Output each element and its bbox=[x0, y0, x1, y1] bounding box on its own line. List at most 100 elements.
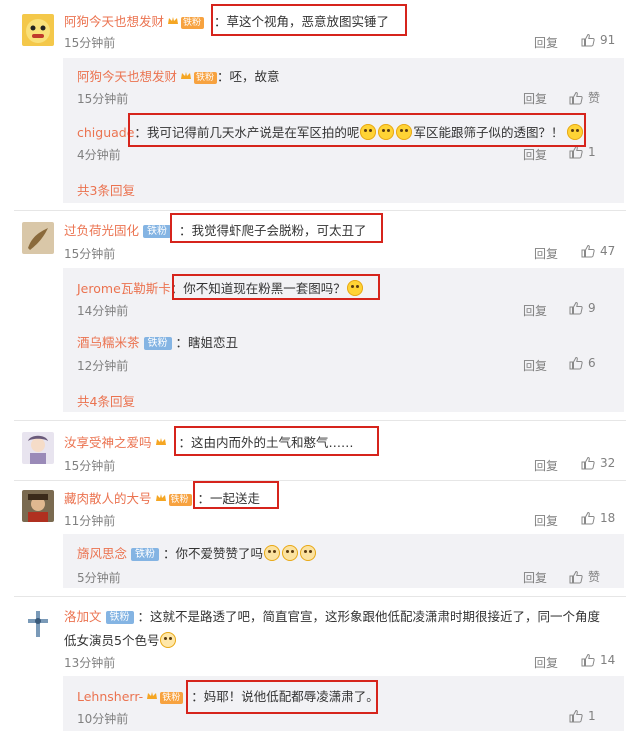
reply-button[interactable]: 回复 bbox=[523, 571, 547, 585]
username[interactable]: 汝享受神之爱吗 bbox=[64, 435, 152, 450]
sad-emoji-icon bbox=[282, 545, 299, 561]
reply-item: 旖风思念 铁粉 ：你不爱赞赞了吗 bbox=[77, 543, 317, 562]
timestamp: 15分钟前 bbox=[77, 92, 129, 106]
iron-fan-badge: 铁粉 bbox=[131, 548, 160, 561]
username[interactable]: 旖风思念 bbox=[77, 546, 127, 561]
timestamp: 4分钟前 bbox=[77, 148, 121, 162]
avatar[interactable] bbox=[22, 432, 54, 464]
timestamp: 5分钟前 bbox=[77, 571, 121, 585]
timestamp: 12分钟前 bbox=[77, 359, 129, 373]
divider bbox=[14, 210, 626, 211]
thumb-up-icon bbox=[581, 244, 595, 258]
thumb-up-icon bbox=[569, 145, 583, 159]
thumb-up-icon bbox=[581, 456, 595, 470]
timestamp: 13分钟前 bbox=[64, 656, 116, 670]
reply-button[interactable]: 回复 bbox=[534, 247, 558, 261]
like-button[interactable]: 赞 bbox=[569, 89, 600, 106]
username[interactable]: Lehnsherr- bbox=[77, 689, 143, 704]
timestamp: 10分钟前 bbox=[77, 712, 129, 726]
username[interactable]: 阿狗今天也想发财 bbox=[77, 69, 177, 84]
like-count: 1 bbox=[588, 709, 596, 723]
thumb-up-icon bbox=[569, 301, 583, 315]
username[interactable]: chiguade bbox=[77, 125, 134, 140]
iron-fan-badge: 铁粉 bbox=[143, 225, 172, 238]
like-count: 1 bbox=[588, 145, 596, 159]
like-button[interactable]: 6 bbox=[569, 356, 596, 370]
crown-icon bbox=[168, 17, 179, 24]
username[interactable]: 酒乌糯米茶 bbox=[77, 335, 140, 350]
timestamp: 15分钟前 bbox=[64, 459, 116, 473]
view-more-replies-link[interactable]: 共4条回复 bbox=[77, 391, 135, 410]
sad-emoji-icon bbox=[264, 545, 281, 561]
like-button[interactable]: 14 bbox=[581, 653, 615, 667]
username[interactable]: 阿狗今天也想发财 bbox=[64, 14, 164, 29]
reply-item: 阿狗今天也想发财 铁粉 ：呸，故意 bbox=[77, 66, 280, 85]
thumb-up-icon bbox=[581, 511, 595, 525]
thumb-up-icon bbox=[569, 91, 583, 104]
fan-badge: 铁粉 bbox=[168, 494, 192, 506]
iron-fan-badge: 铁粉 bbox=[143, 337, 172, 350]
thumb-up-icon bbox=[569, 570, 583, 583]
reply-button[interactable]: 回复 bbox=[523, 92, 547, 106]
like-button[interactable]: 18 bbox=[581, 511, 615, 525]
fan-badge: 铁粉 bbox=[160, 692, 184, 704]
like-button[interactable]: 9 bbox=[569, 301, 596, 315]
reply-button[interactable]: 回复 bbox=[523, 359, 547, 373]
sad-emoji-icon bbox=[300, 545, 317, 561]
reply-button[interactable]: 回复 bbox=[534, 459, 558, 473]
like-count: 91 bbox=[600, 33, 616, 47]
reply-button[interactable]: 回复 bbox=[534, 656, 558, 670]
like-button[interactable]: 91 bbox=[581, 33, 615, 47]
view-more-replies-link[interactable]: 共3条回复 bbox=[77, 180, 135, 199]
reply-text: ：呸，故意 bbox=[217, 69, 280, 84]
reply-button[interactable]: 回复 bbox=[534, 514, 558, 528]
like-count: 47 bbox=[600, 244, 616, 258]
thumb-up-icon bbox=[581, 33, 595, 47]
reply-text: ：瞎姐恋丑 bbox=[175, 335, 239, 350]
thumb-up-icon bbox=[569, 709, 583, 723]
crown-icon bbox=[181, 72, 192, 79]
like-label: 赞 bbox=[588, 91, 601, 105]
comment-text-line1: ：这就不是路透了吧，简直官宣，这形象跟他低配凌潇肃时期很接近了，同一个角度 bbox=[137, 609, 601, 624]
divider bbox=[14, 420, 626, 421]
avatar[interactable] bbox=[22, 14, 54, 46]
crown-icon bbox=[155, 438, 166, 445]
crown-icon bbox=[147, 692, 158, 699]
like-button[interactable]: 47 bbox=[581, 244, 615, 258]
thumb-up-icon bbox=[569, 356, 583, 370]
username[interactable]: Jerome瓦勒斯卡 bbox=[77, 281, 171, 296]
username[interactable]: 洛加文 bbox=[64, 609, 102, 624]
highlight-box bbox=[172, 274, 380, 300]
like-count: 6 bbox=[588, 356, 596, 370]
username[interactable]: 过负荷光固化 bbox=[64, 223, 139, 238]
avatar[interactable] bbox=[22, 490, 54, 522]
username[interactable]: 藏肉散人的大号 bbox=[64, 491, 152, 506]
avatar[interactable] bbox=[22, 222, 54, 254]
cry-emoji-icon bbox=[160, 632, 177, 648]
like-button[interactable]: 32 bbox=[581, 456, 615, 470]
highlight-box bbox=[174, 426, 379, 456]
like-count: 32 bbox=[600, 456, 616, 470]
divider bbox=[14, 596, 626, 597]
avatar[interactable] bbox=[22, 608, 54, 640]
comment-text-line2: 低女演员5个色号 bbox=[64, 633, 160, 648]
iron-fan-badge: 铁粉 bbox=[105, 611, 134, 624]
highlight-box bbox=[170, 213, 383, 243]
reply-button[interactable]: 回复 bbox=[534, 36, 558, 50]
like-button[interactable]: 1 bbox=[569, 709, 596, 723]
reply-item: 酒乌糯米茶 铁粉 ：瞎姐恋丑 bbox=[77, 332, 238, 351]
highlight-box bbox=[128, 113, 586, 147]
fan-badge: 铁粉 bbox=[181, 17, 205, 29]
like-button[interactable]: 赞 bbox=[569, 568, 600, 585]
like-button[interactable]: 1 bbox=[569, 145, 596, 159]
reply-button[interactable]: 回复 bbox=[523, 148, 547, 162]
divider bbox=[14, 480, 626, 481]
like-count: 18 bbox=[600, 511, 616, 525]
timestamp: 14分钟前 bbox=[77, 304, 129, 318]
timestamp: 11分钟前 bbox=[64, 514, 116, 528]
reply-text: ：你不爱赞赞了吗 bbox=[163, 546, 264, 561]
fan-badge: 铁粉 bbox=[194, 72, 218, 84]
timestamp: 15分钟前 bbox=[64, 36, 116, 50]
reply-button[interactable]: 回复 bbox=[523, 304, 547, 318]
highlight-box bbox=[211, 4, 407, 36]
